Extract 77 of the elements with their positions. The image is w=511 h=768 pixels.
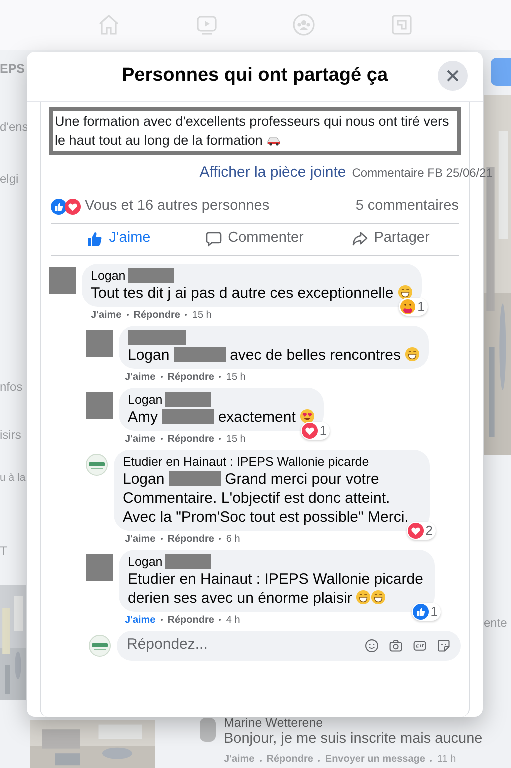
gif-icon[interactable] — [413, 638, 427, 652]
comment-time[interactable]: 4 h — [226, 614, 240, 626]
mention-link[interactable]: Etudier en Hainaut : IPEPS Wallonie picarde — [128, 570, 424, 588]
like-link[interactable]: J'aime — [125, 532, 156, 546]
comment-author[interactable]: Logan — [128, 554, 163, 570]
background-text: u à la — [0, 471, 26, 486]
like-link[interactable]: J'aime — [125, 432, 156, 446]
mention-link[interactable]: Amy — [128, 408, 158, 426]
comment-author[interactable]: Logan — [128, 392, 163, 408]
reply-link[interactable]: Répondre — [168, 532, 214, 546]
attachment-link[interactable]: Afficher la pièce jointe — [200, 162, 346, 184]
redaction-block — [162, 408, 214, 424]
comment-time[interactable]: 15 h — [226, 370, 246, 384]
school-logo-avatar[interactable] — [89, 634, 111, 656]
comment-time[interactable]: 15 h — [192, 308, 212, 322]
heart-reaction-icon — [302, 422, 318, 438]
comment-text: Logan avec de belles rencontres — [128, 346, 420, 364]
reactions-summary[interactable]: Vous et 16 autres personnes — [85, 196, 270, 218]
background-comment-action: Envoyer un message — [325, 754, 426, 766]
like-reaction-icon — [412, 604, 429, 620]
reply-field[interactable]: Répondez... — [117, 630, 461, 660]
redaction-block — [174, 346, 226, 362]
reply-link[interactable]: Répondre — [134, 308, 180, 322]
mention-link[interactable]: Logan — [123, 470, 165, 488]
heart-reaction-icon — [65, 198, 81, 214]
background-text: T — [0, 543, 8, 560]
background-text: elgi — [0, 171, 19, 188]
quoted-post-text: Une formation avec d'excellents professeurs qui nous ont tiré vers le haut tout au long de la formation — [49, 107, 461, 155]
sticker-icon[interactable] — [437, 638, 451, 652]
background-comment-action: 11 h — [437, 754, 456, 766]
background-comment-action: J'aime — [224, 754, 255, 766]
comment-time[interactable]: 6 h — [226, 532, 240, 546]
close-icon — [446, 69, 460, 83]
reaction-count: 1 — [320, 422, 328, 438]
like-link[interactable]: J'aime — [91, 308, 122, 322]
emoji-icon[interactable] — [365, 638, 379, 652]
comment-action-button[interactable]: Commenter — [187, 224, 323, 254]
reply-link[interactable]: Répondre — [168, 614, 214, 626]
comment-time[interactable]: 15 h — [226, 432, 246, 446]
reaction-count-badge[interactable]: 1 — [300, 422, 330, 440]
reaction-count: 1 — [418, 298, 425, 314]
redaction-block — [168, 470, 221, 486]
background-comment-action: Répondre — [266, 754, 314, 766]
dialog-title: Personnes qui ont partagé ça — [122, 64, 388, 88]
background-text: isirs — [0, 427, 22, 444]
background-text: d'ens — [0, 119, 28, 136]
comment-author[interactable]: Etudier en Hainaut : IPEPS Wallonie picarde — [123, 454, 370, 470]
like-link[interactable]: J'aime — [125, 370, 156, 384]
close-button[interactable] — [438, 61, 468, 91]
share-arrow-icon — [352, 231, 368, 247]
hug-reaction-icon — [400, 298, 416, 314]
background-comment-text: Bonjour, je me suis inscrite mais aucune — [224, 730, 483, 749]
comment-author[interactable]: Logan — [91, 268, 126, 284]
background-text: ente — [484, 615, 508, 632]
school-logo-avatar[interactable] — [86, 454, 108, 476]
background-avatar — [200, 718, 216, 742]
reply-link[interactable]: Répondre — [168, 370, 214, 384]
camera-icon[interactable] — [389, 638, 403, 652]
heart-reaction-icon — [408, 522, 424, 538]
mention-link[interactable]: Logan — [128, 346, 170, 364]
like-link[interactable]: J'aime — [125, 614, 156, 626]
background-text: nfos — [0, 379, 23, 396]
reaction-count-badge[interactable]: 1 — [398, 298, 428, 316]
reply-link[interactable]: Répondre — [168, 432, 214, 446]
reaction-count-badge[interactable]: 2 — [406, 522, 436, 540]
reply-input[interactable]: Répondez... — [127, 634, 365, 657]
background-comment-author: Marine Wetterene — [224, 716, 324, 730]
reaction-count-badge[interactable]: 1 — [412, 602, 441, 620]
like-reaction-icon — [51, 198, 67, 214]
thumbs-up-icon — [87, 231, 104, 247]
comments-count[interactable]: 5 commentaires — [356, 196, 459, 218]
background-text: EPS — [0, 61, 26, 78]
reaction-count: 1 — [430, 604, 438, 620]
speech-bubble-icon — [206, 231, 222, 247]
like-action-button[interactable]: J'aime — [51, 224, 187, 254]
share-action-button[interactable]: Partager — [323, 224, 459, 254]
reaction-count: 2 — [426, 522, 433, 538]
